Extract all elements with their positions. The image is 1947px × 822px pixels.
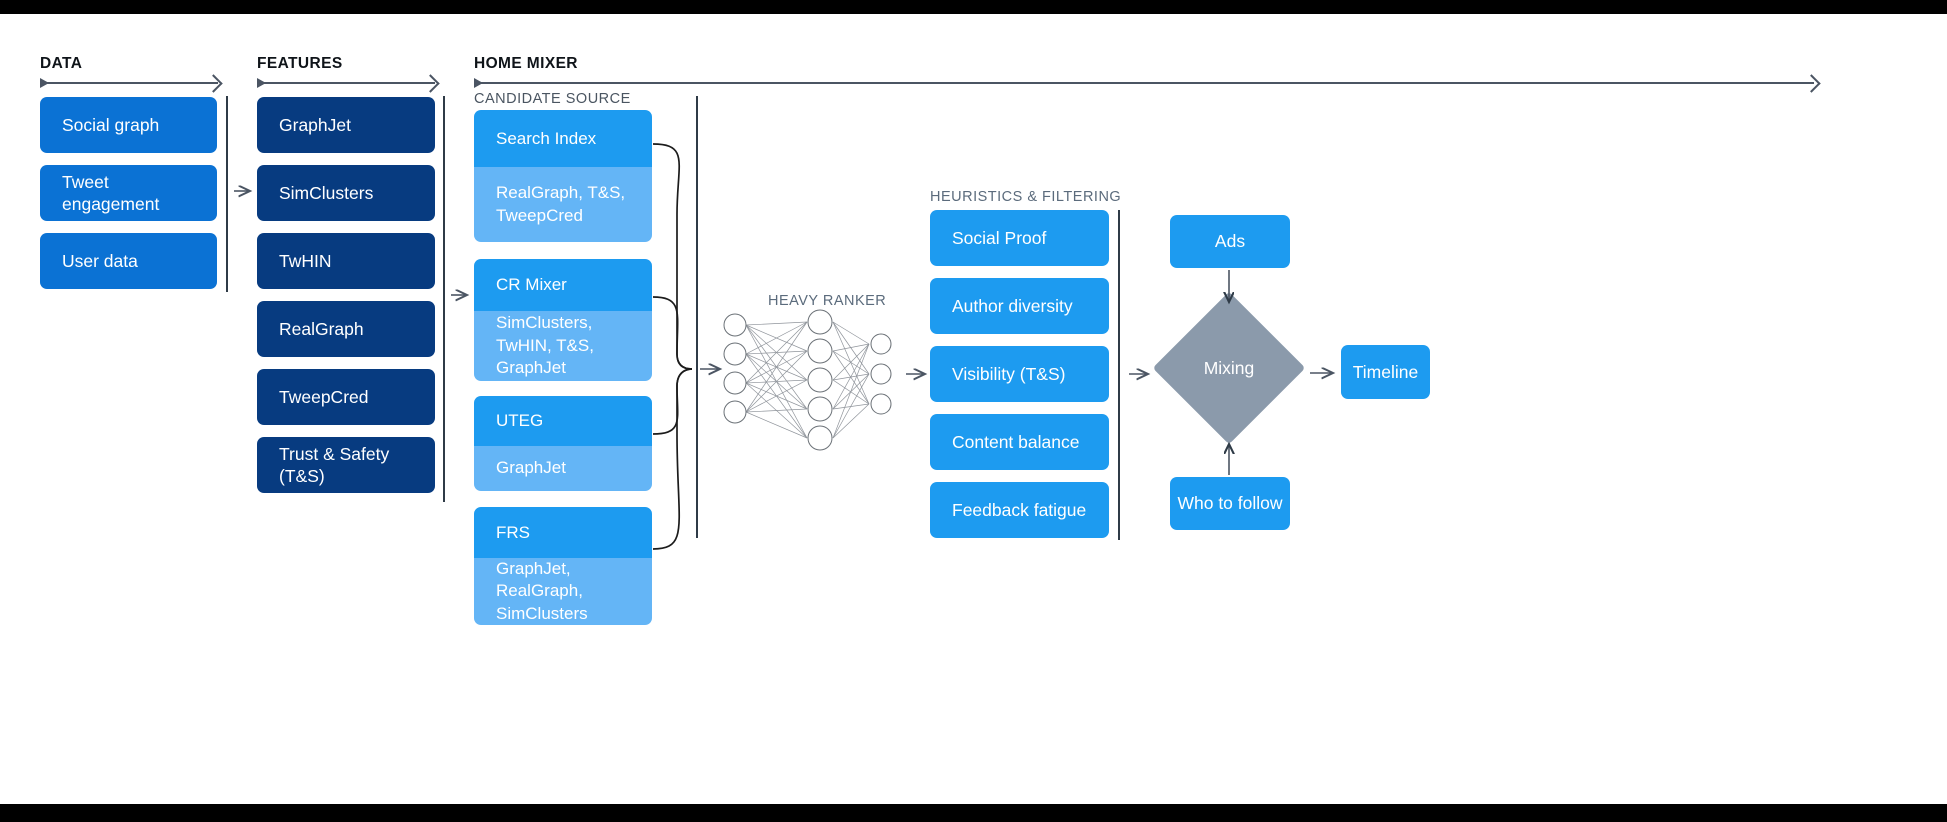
candidate-source-features: GraphJet — [474, 446, 652, 491]
divider-data-features — [226, 96, 228, 292]
heuristic-card-visibility[interactable]: Visibility (T&S) — [930, 346, 1109, 402]
section-title-data: DATA — [40, 55, 83, 72]
heavy-ranker-network — [723, 309, 892, 451]
feature-card-label: SimClusters — [279, 182, 374, 203]
feature-card-trust-safety[interactable]: Trust & Safety (T&S) — [257, 437, 435, 493]
subsection-title-heuristics: HEURISTICS & FILTERING — [930, 189, 1122, 205]
heuristic-card-label: Visibility (T&S) — [952, 363, 1066, 384]
brace-cr-mixer — [652, 296, 693, 370]
timeline-label: Timeline — [1352, 361, 1419, 382]
data-card-label: Tweet engagement — [62, 171, 160, 214]
ads-card[interactable]: Ads — [1170, 215, 1290, 268]
section-title-features: FEATURES — [257, 55, 343, 72]
feature-card-realgraph[interactable]: RealGraph — [257, 301, 435, 357]
nn-edges-hidden-output — [832, 321, 870, 439]
divider-features-mixer — [443, 96, 445, 502]
feature-card-twhin[interactable]: TwHIN — [257, 233, 435, 289]
data-card-social-graph[interactable]: Social graph — [40, 97, 217, 153]
feature-card-label: GraphJet — [279, 114, 351, 135]
heuristic-card-social-proof[interactable]: Social Proof — [930, 210, 1109, 266]
brace-uteg — [652, 368, 693, 435]
diagram-canvas: DATA FEATURES HOME MIXER CANDIDATE SOURC… — [0, 14, 1947, 804]
heuristic-card-label: Author diversity — [952, 295, 1073, 316]
heuristic-card-content-balance[interactable]: Content balance — [930, 414, 1109, 470]
nn-input-layer — [723, 313, 747, 424]
feature-card-label: Trust & Safety (T&S) — [279, 443, 390, 486]
subsection-title-heavy-ranker: HEAVY RANKER — [768, 293, 887, 309]
candidate-source-name: Search Index — [474, 110, 652, 167]
home-mixer-rule — [474, 78, 1814, 88]
candidate-source-card-search-index[interactable]: Search Index RealGraph, T&S, TweepCred — [474, 110, 652, 242]
feature-card-graphjet[interactable]: GraphJet — [257, 97, 435, 153]
nn-edges-input-hidden — [745, 321, 808, 439]
brace-search-index — [652, 143, 693, 370]
candidate-source-card-uteg[interactable]: UTEG GraphJet — [474, 396, 652, 491]
home-mixer-rule-arrowhead — [1802, 74, 1821, 93]
mixing-label: Mixing — [1203, 357, 1255, 378]
timeline-card[interactable]: Timeline — [1341, 345, 1430, 399]
feature-card-label: RealGraph — [279, 318, 364, 339]
feature-card-label: TwHIN — [279, 250, 332, 271]
heuristic-card-label: Content balance — [952, 431, 1080, 452]
data-card-tweet-engagement[interactable]: Tweet engagement — [40, 165, 217, 221]
heuristic-card-label: Social Proof — [952, 227, 1047, 248]
divider-candidate-ranker — [696, 96, 698, 538]
section-title-home-mixer: HOME MIXER — [474, 55, 578, 72]
feature-card-simclusters[interactable]: SimClusters — [257, 165, 435, 221]
heuristic-card-author-diversity[interactable]: Author diversity — [930, 278, 1109, 334]
candidate-source-name: FRS — [474, 507, 652, 558]
who-to-follow-card[interactable]: Who to follow — [1170, 477, 1290, 530]
heuristic-card-feedback-fatigue[interactable]: Feedback fatigue — [930, 482, 1109, 538]
candidate-source-features: RealGraph, T&S, TweepCred — [474, 167, 652, 242]
candidate-source-features: SimClusters, TwHIN, T&S, GraphJet — [474, 311, 652, 381]
features-rule-arrowhead — [421, 74, 440, 93]
data-card-label: User data — [62, 250, 138, 271]
feature-card-tweepcred[interactable]: TweepCred — [257, 369, 435, 425]
data-card-user-data[interactable]: User data — [40, 233, 217, 289]
features-rule — [257, 78, 435, 88]
candidate-source-name: UTEG — [474, 396, 652, 446]
nn-hidden-layer — [807, 309, 833, 451]
data-card-label: Social graph — [62, 114, 160, 135]
feature-card-label: TweepCred — [279, 386, 369, 407]
divider-heuristics-mixing — [1118, 210, 1120, 540]
candidate-source-card-frs[interactable]: FRS GraphJet, RealGraph, SimClusters — [474, 507, 652, 625]
ads-label: Ads — [1214, 231, 1246, 252]
nn-output-layer — [870, 333, 892, 415]
candidate-source-features: GraphJet, RealGraph, SimClusters — [474, 558, 652, 625]
brace-frs — [652, 368, 693, 550]
candidate-source-name: CR Mixer — [474, 259, 652, 311]
screenshot-stage: DATA FEATURES HOME MIXER CANDIDATE SOURC… — [0, 0, 1947, 822]
candidate-source-card-cr-mixer[interactable]: CR Mixer SimClusters, TwHIN, T&S, GraphJ… — [474, 259, 652, 381]
data-rule-arrowhead — [204, 74, 223, 93]
data-rule — [40, 78, 218, 88]
subsection-title-candidate-source: CANDIDATE SOURCE — [474, 91, 631, 107]
heuristic-card-label: Feedback fatigue — [952, 499, 1087, 520]
who-to-follow-label: Who to follow — [1177, 493, 1283, 514]
